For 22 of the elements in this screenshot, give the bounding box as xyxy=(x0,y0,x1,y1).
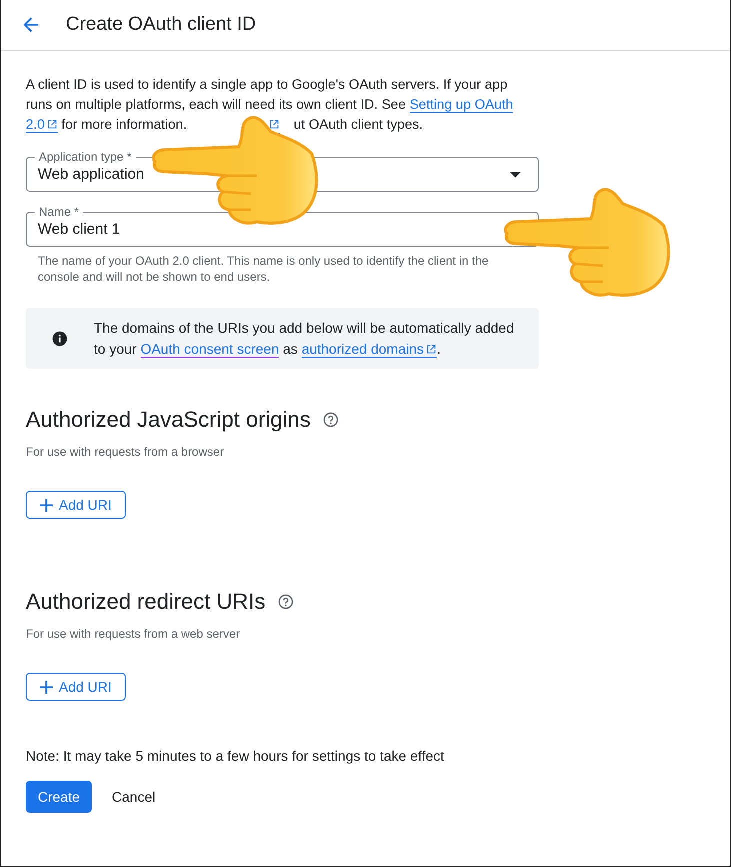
section-subtitle: For use with requests from a browser xyxy=(26,445,226,459)
create-button[interactable]: Create xyxy=(26,781,92,813)
section-subtitle: For use with requests from a web server xyxy=(26,627,242,641)
info-icon xyxy=(52,331,68,347)
text-link[interactable]: 2.0 xyxy=(26,117,58,133)
cancel-button[interactable]: Cancel xyxy=(100,781,168,813)
page-title: Create OAuth client ID xyxy=(66,14,256,36)
text-link[interactable]: authorized domains xyxy=(302,341,437,358)
add-uri-button[interactable]: Add URI xyxy=(26,491,126,519)
section-heading: Authorized JavaScript origins xyxy=(26,407,311,433)
help-icon[interactable] xyxy=(322,412,339,428)
help-icon[interactable] xyxy=(278,594,294,610)
field-hint: The name of your OAuth 2.0 client. This name is only used to identify the client in the console and will not be shown to end users. xyxy=(37,253,490,285)
caret-icon xyxy=(510,172,521,178)
section-heading: Authorized redirect URIs xyxy=(26,589,266,615)
plus-icon xyxy=(40,680,53,694)
notice-text: The domains of the URIs you add below will be automatically added to your OAuth consent screen as authorized domains . xyxy=(94,319,516,360)
text-link[interactable]: OAuth consent screen xyxy=(140,341,280,358)
note-text: Note: It may take 5 minutes to a few hours for settings to take effect xyxy=(26,748,446,764)
plus-icon xyxy=(40,498,53,512)
add-uri-button[interactable]: Add URI xyxy=(26,673,126,701)
text-link[interactable]: Setting up OAuth xyxy=(410,97,514,113)
